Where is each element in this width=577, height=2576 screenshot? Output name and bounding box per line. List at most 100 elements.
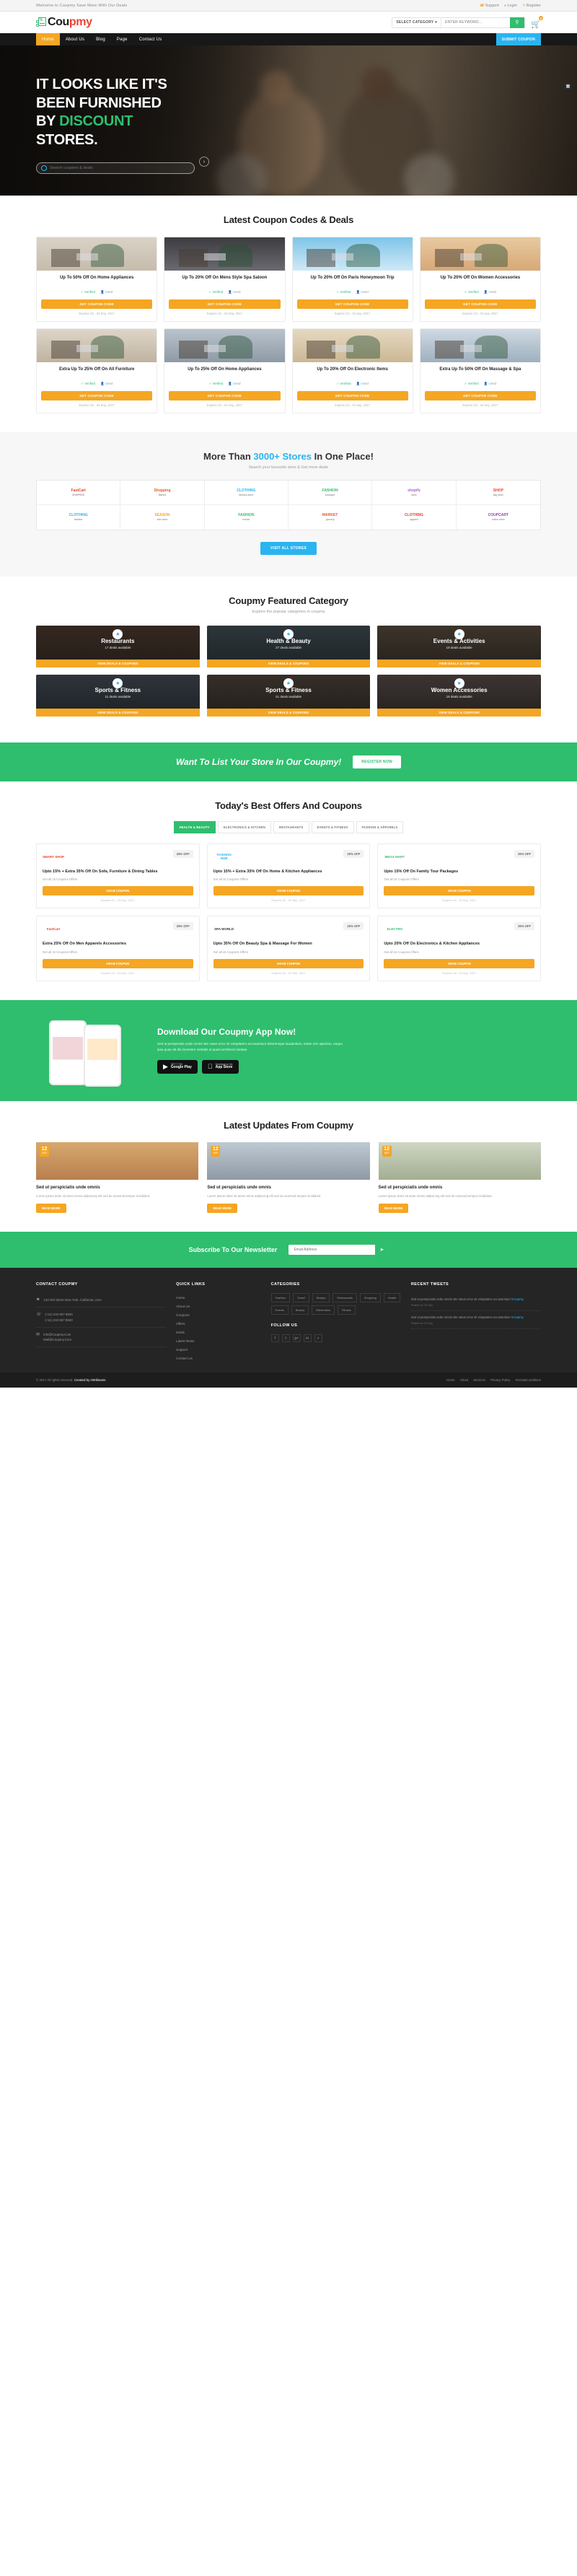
linkedin-icon[interactable]: in xyxy=(303,1334,312,1343)
store-logo-cell[interactable]: FastCart SHOPPING xyxy=(37,481,121,505)
view-deals-bar[interactable]: VIEW DEALS & COUPONS xyxy=(206,709,371,717)
coupon-card[interactable]: Extra Up To 25% Off On All Furniture ✓ Ve… xyxy=(36,328,158,413)
offer-card[interactable]: ELECTRO 25% OFF Upto 20% Off On Electronic… xyxy=(377,916,541,981)
coupon-card[interactable]: Up To 20% Off On Paris Honeymoon Trip ✓ V… xyxy=(291,237,413,322)
view-deals-bar[interactable]: VIEW DEALS & COUPONS xyxy=(206,660,371,667)
category-card[interactable]: ★ Health & Beauty 27 deals available VIEW D… xyxy=(206,626,371,667)
get-coupon-code-button[interactable]: GET COUPON CODE xyxy=(169,299,281,309)
offer-subtext[interactable]: Get all 15 Coupons Offers xyxy=(213,950,364,954)
register-now-button[interactable]: REGISTER NOW xyxy=(353,755,402,768)
grab-coupon-button[interactable]: GRAB COUPON xyxy=(43,958,193,968)
twitter-icon[interactable]: t xyxy=(281,1334,290,1343)
footer-link[interactable]: Contact Us xyxy=(176,1354,261,1362)
category-chip[interactable]: Events xyxy=(270,1305,288,1315)
store-logo-cell[interactable]: SEASON sale store xyxy=(120,505,205,530)
view-deals-bar[interactable]: VIEW DEALS & COUPONS xyxy=(377,660,541,667)
store-logo-cell[interactable]: CLOTHING fashion xyxy=(37,505,121,530)
blog-card[interactable]: 12 SEP Sed ut perspiciatis unde omnis Lorem… xyxy=(207,1142,370,1214)
nav-item-about[interactable]: About Us xyxy=(60,33,90,45)
category-card[interactable]: ★ Women Accessories 19 deals available VIEW… xyxy=(377,675,541,717)
grab-coupon-button[interactable]: GRAB COUPON xyxy=(384,958,534,968)
category-card[interactable]: ★ Restaurants 17 deals available VIEW DEALS… xyxy=(36,626,200,667)
view-deals-bar[interactable]: VIEW DEALS & COUPONS xyxy=(36,660,200,667)
footer-link[interactable]: Coupons xyxy=(176,1310,261,1319)
footer-link[interactable]: About Us xyxy=(176,1302,261,1310)
get-coupon-code-button[interactable]: GET COUPON CODE xyxy=(424,299,536,309)
coupon-card[interactable]: Up To 25% Off On Home Appliances ✓ Verifi… xyxy=(164,328,286,413)
google-plus-icon[interactable]: g+ xyxy=(292,1334,301,1343)
category-card[interactable]: ★ Sports & Fitness 21 deals available VIEW … xyxy=(206,675,371,717)
site-logo[interactable]: % Coupmy xyxy=(36,16,92,29)
blog-card[interactable]: 12 SEP Sed ut perspiciatis unde omnis Lorem… xyxy=(378,1142,541,1214)
category-chip[interactable]: Beauty xyxy=(312,1293,330,1303)
grab-coupon-button[interactable]: GRAB COUPON xyxy=(213,958,364,968)
grab-coupon-button[interactable]: GRAB COUPON xyxy=(43,886,193,896)
offer-card[interactable]: MEGA MART 25% OFF Upto 15% Off On Family T… xyxy=(377,844,541,909)
offer-subtext[interactable]: Get all 15 Coupons Offers xyxy=(43,950,193,954)
get-coupon-code-button[interactable]: GET COUPON CODE xyxy=(169,391,281,400)
category-chip[interactable]: Electronics xyxy=(312,1305,335,1315)
hero-grid-toggle[interactable]: ▦ xyxy=(565,83,571,89)
tweet-hashtag[interactable]: #coupmy xyxy=(511,1315,524,1319)
search-input[interactable] xyxy=(441,20,510,25)
offer-tab[interactable]: RESTAURANTS xyxy=(273,821,309,833)
footer-link[interactable]: Latest News xyxy=(176,1336,261,1345)
category-chip[interactable]: Health xyxy=(383,1293,401,1303)
nav-item-blog[interactable]: Blog xyxy=(90,33,111,45)
read-more-button[interactable]: READ MORE xyxy=(378,1204,409,1214)
category-chip[interactable]: Fitness xyxy=(337,1305,356,1315)
store-logo-cell[interactable]: CLOTHING apparel xyxy=(372,505,457,530)
visit-all-stores-button[interactable]: VISIT ALL STORES xyxy=(260,542,317,555)
coupon-card[interactable]: Up To 50% Off On Home Appliances ✓ Verifi… xyxy=(36,237,158,322)
offer-tab[interactable]: HEALTH & BEAUTY xyxy=(173,821,216,833)
coupon-card[interactable]: Up To 20% Off On Electronic Items ✓ Verif… xyxy=(291,328,413,413)
offer-tab[interactable]: EVENTS & FITNESS xyxy=(311,821,354,833)
offer-card[interactable]: FASHION HUB 25% OFF Upto 15% + Extra 35% O… xyxy=(206,844,371,909)
footer-link[interactable]: Home xyxy=(176,1293,261,1302)
topbar-link-register[interactable]: ✎ Register xyxy=(522,4,541,8)
offer-subtext[interactable]: Get all 15 Coupons Offers xyxy=(43,877,193,881)
coupon-card[interactable]: Extra Up To 50% Off On Massage & Spa ✓ Ve… xyxy=(419,328,541,413)
store-logo-cell[interactable]: shopify store xyxy=(372,481,457,505)
get-coupon-code-button[interactable]: GET COUPON CODE xyxy=(41,391,153,400)
category-card[interactable]: ★ Events & Activities 19 deals available VI… xyxy=(377,626,541,667)
category-card[interactable]: ★ Sports & Fitness 11 deals available VIEW … xyxy=(36,675,200,717)
submit-coupon-button[interactable]: SUBMIT COUPON xyxy=(495,33,541,45)
view-deals-bar[interactable]: VIEW DEALS & COUPONS xyxy=(377,709,541,717)
footer-link[interactable]: Offers xyxy=(176,1319,261,1328)
category-chip[interactable]: Fashion xyxy=(270,1293,290,1303)
newsletter-submit-button[interactable]: ➤ xyxy=(375,1245,389,1256)
offer-subtext[interactable]: Get all 15 Coupons Offers xyxy=(384,877,534,881)
nav-item-home[interactable]: Home xyxy=(36,33,60,45)
coupon-card[interactable]: Up To 20% Off On Mens Style Spa Saloon ✓ … xyxy=(164,237,286,322)
store-logo-cell[interactable]: FASHION boutique xyxy=(288,481,373,505)
bottom-link[interactable]: Terms&Conditions xyxy=(515,1378,541,1382)
store-logo-cell[interactable]: COUPCART online store xyxy=(457,505,540,530)
app-store-button[interactable]:  Download on theApp Store xyxy=(201,1059,239,1074)
facebook-icon[interactable]: f xyxy=(270,1334,279,1343)
store-logo-cell[interactable]: SHOP bag store xyxy=(456,481,540,505)
footer-link[interactable]: Support xyxy=(176,1345,261,1354)
get-coupon-code-button[interactable]: GET COUPON CODE xyxy=(296,391,408,400)
get-coupon-code-button[interactable]: GET COUPON CODE xyxy=(424,391,536,400)
get-coupon-code-button[interactable]: GET COUPON CODE xyxy=(41,299,153,309)
bottom-link[interactable]: Services xyxy=(473,1378,485,1382)
topbar-link-support[interactable]: ☎ Support xyxy=(480,4,499,8)
bottom-link[interactable]: Home xyxy=(446,1378,455,1382)
hero-search-submit[interactable]: › xyxy=(199,157,209,167)
store-logo-cell[interactable]: MARKET grocery xyxy=(288,505,373,530)
offer-card[interactable]: FastCart 25% OFF Extra 25% Off On Men Appa… xyxy=(36,916,200,981)
get-coupon-code-button[interactable]: GET COUPON CODE xyxy=(296,299,408,309)
bottom-link[interactable]: Privacy Policy xyxy=(490,1378,510,1382)
grab-coupon-button[interactable]: GRAB COUPON xyxy=(213,886,364,896)
cart-button[interactable]: 🛒 0 xyxy=(531,16,543,29)
nav-item-page[interactable]: Page xyxy=(111,33,133,45)
offer-subtext[interactable]: Get all 15 Coupons Offers xyxy=(384,950,534,954)
category-chip[interactable]: Shopping xyxy=(359,1293,381,1303)
tweet-hashtag[interactable]: #coupmy xyxy=(511,1297,524,1301)
coupon-card[interactable]: Up To 20% Off On Women Accessories ✓ Veri… xyxy=(419,237,541,322)
google-play-button[interactable]: ▶ GET IT ON Google Play xyxy=(157,1059,198,1074)
grab-coupon-button[interactable]: GRAB COUPON xyxy=(384,886,534,896)
hero-search-input[interactable] xyxy=(50,166,190,171)
store-logo-cell[interactable]: Shopping Market xyxy=(120,481,205,505)
